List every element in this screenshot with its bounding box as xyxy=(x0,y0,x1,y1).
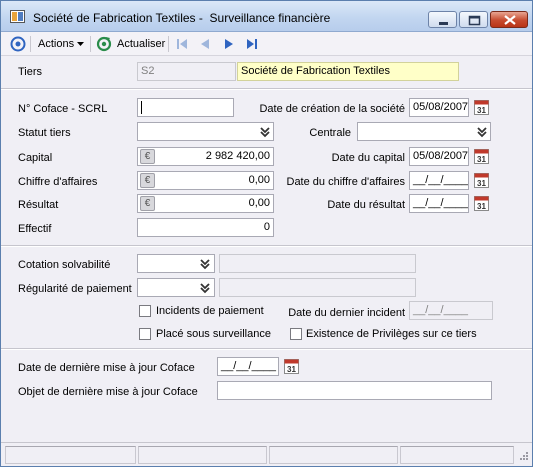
date-maj-field[interactable]: __/__/____ xyxy=(217,357,279,376)
regularite-label: Régularité de paiement xyxy=(18,283,132,295)
date-creation-label: Date de création de la société xyxy=(259,103,405,115)
next-icon xyxy=(225,39,233,49)
cotation-label: Cotation solvabilité xyxy=(18,259,111,271)
close-button[interactable] xyxy=(490,11,528,28)
ca-label: Chiffre d'affaires xyxy=(18,176,98,188)
chevron-down-icon xyxy=(199,282,210,293)
divider xyxy=(1,89,532,90)
actions-menu[interactable]: Actions xyxy=(38,35,85,53)
previous-record-button[interactable] xyxy=(197,35,213,53)
euro-icon: € xyxy=(140,173,155,188)
status-cell xyxy=(138,446,267,464)
objet-maj-label: Objet de dernière mise à jour Coface xyxy=(18,386,198,398)
refresh-label: Actualiser xyxy=(117,38,166,50)
chevron-down-icon xyxy=(77,42,85,46)
actions-label: Actions xyxy=(38,38,75,50)
chevron-down-icon xyxy=(476,126,487,137)
toolbar: Actions Actualiser xyxy=(1,32,532,56)
toolbar-separator xyxy=(30,36,31,52)
title-bar[interactable]: Société de Fabrication Textiles - Survei… xyxy=(1,1,532,32)
last-icon xyxy=(247,39,257,49)
calendar-icon-text: 31 xyxy=(477,106,486,115)
calendar-icon-text: 31 xyxy=(477,179,486,188)
centrale-select[interactable] xyxy=(357,122,491,141)
maximize-button[interactable] xyxy=(459,11,488,28)
minimize-button[interactable] xyxy=(428,11,457,28)
regularite-dropdown-button[interactable] xyxy=(196,279,213,296)
cotation-description-field xyxy=(219,254,416,273)
cotation-dropdown-button[interactable] xyxy=(196,255,213,272)
effectif-field[interactable]: 0 xyxy=(137,218,274,237)
toolbar-separator xyxy=(168,36,169,52)
date-resultat-field[interactable]: __/__/____ xyxy=(409,194,469,213)
resultat-label: Résultat xyxy=(18,199,59,211)
privileges-label: Existence de Privilèges sur ce tiers xyxy=(306,328,477,340)
tiers-label: Tiers xyxy=(18,66,43,78)
incidents-label: Incidents de paiement xyxy=(156,305,264,317)
calendar-icon[interactable]: 31 xyxy=(474,196,489,211)
toolbar-separator xyxy=(90,36,91,52)
euro-icon: € xyxy=(140,149,155,164)
close-icon xyxy=(504,15,516,25)
centrale-label: Centrale xyxy=(309,127,351,139)
date-ca-label: Date du chiffre d'affaires xyxy=(286,176,406,188)
coface-label: N° Coface - SCRL xyxy=(18,103,108,115)
chevron-down-icon xyxy=(199,258,210,269)
calendar-icon-text: 31 xyxy=(477,155,486,164)
refresh-button[interactable]: Actualiser xyxy=(96,35,165,53)
minimize-icon xyxy=(439,22,448,25)
calendar-icon[interactable]: 31 xyxy=(284,359,299,374)
status-cell xyxy=(400,446,514,464)
surveillance-label: Placé sous surveillance xyxy=(156,328,271,340)
calendar-icon[interactable]: 31 xyxy=(474,173,489,188)
window-title: Société de Fabrication Textiles - Survei… xyxy=(33,11,331,25)
date-maj-label: Date de dernière mise à jour Coface xyxy=(18,362,195,374)
date-capital-label: Date du capital xyxy=(331,152,405,164)
resize-grip-icon[interactable] xyxy=(517,451,529,463)
refresh-icon xyxy=(96,36,112,52)
divider xyxy=(1,349,532,350)
effectif-label: Effectif xyxy=(18,223,52,235)
date-ca-field[interactable]: __/__/____ xyxy=(409,171,469,190)
maximize-icon xyxy=(468,15,481,26)
first-record-button[interactable] xyxy=(174,35,190,53)
date-resultat-label: Date du résultat xyxy=(327,199,405,211)
calendar-icon[interactable]: 31 xyxy=(474,149,489,164)
incidents-checkbox[interactable] xyxy=(139,305,151,317)
previous-icon xyxy=(201,39,209,49)
app-window: Société de Fabrication Textiles - Survei… xyxy=(0,0,533,467)
coface-input[interactable] xyxy=(137,98,234,117)
tiers-code-field: S2 xyxy=(137,62,236,81)
date-capital-field[interactable]: 05/08/2007 xyxy=(409,147,469,166)
app-icon xyxy=(10,10,25,23)
first-icon xyxy=(177,39,187,49)
euro-icon: € xyxy=(140,196,155,211)
date-creation-field[interactable]: 05/08/2007 xyxy=(409,98,469,117)
privileges-checkbox[interactable] xyxy=(290,328,302,340)
last-record-button[interactable] xyxy=(244,35,260,53)
regularite-description-field xyxy=(219,278,416,297)
text-cursor xyxy=(141,101,142,114)
centrale-dropdown-button[interactable] xyxy=(473,123,490,140)
objet-maj-input[interactable] xyxy=(217,381,492,400)
date-incident-field: __/__/____ xyxy=(409,301,493,320)
calendar-icon-text: 31 xyxy=(477,202,486,211)
status-bar xyxy=(1,442,532,466)
capital-label: Capital xyxy=(18,152,53,164)
calendar-icon-text: 31 xyxy=(287,365,296,374)
status-cell xyxy=(269,446,398,464)
divider xyxy=(1,246,532,247)
status-cell xyxy=(5,446,136,464)
date-incident-label: Date du dernier incident xyxy=(288,307,405,319)
statut-label: Statut tiers xyxy=(18,127,71,139)
tiers-name-field: Société de Fabrication Textiles xyxy=(237,62,459,81)
calendar-icon[interactable]: 31 xyxy=(474,100,489,115)
surveillance-checkbox[interactable] xyxy=(139,328,151,340)
options-icon[interactable] xyxy=(10,35,26,53)
next-record-button[interactable] xyxy=(221,35,237,53)
